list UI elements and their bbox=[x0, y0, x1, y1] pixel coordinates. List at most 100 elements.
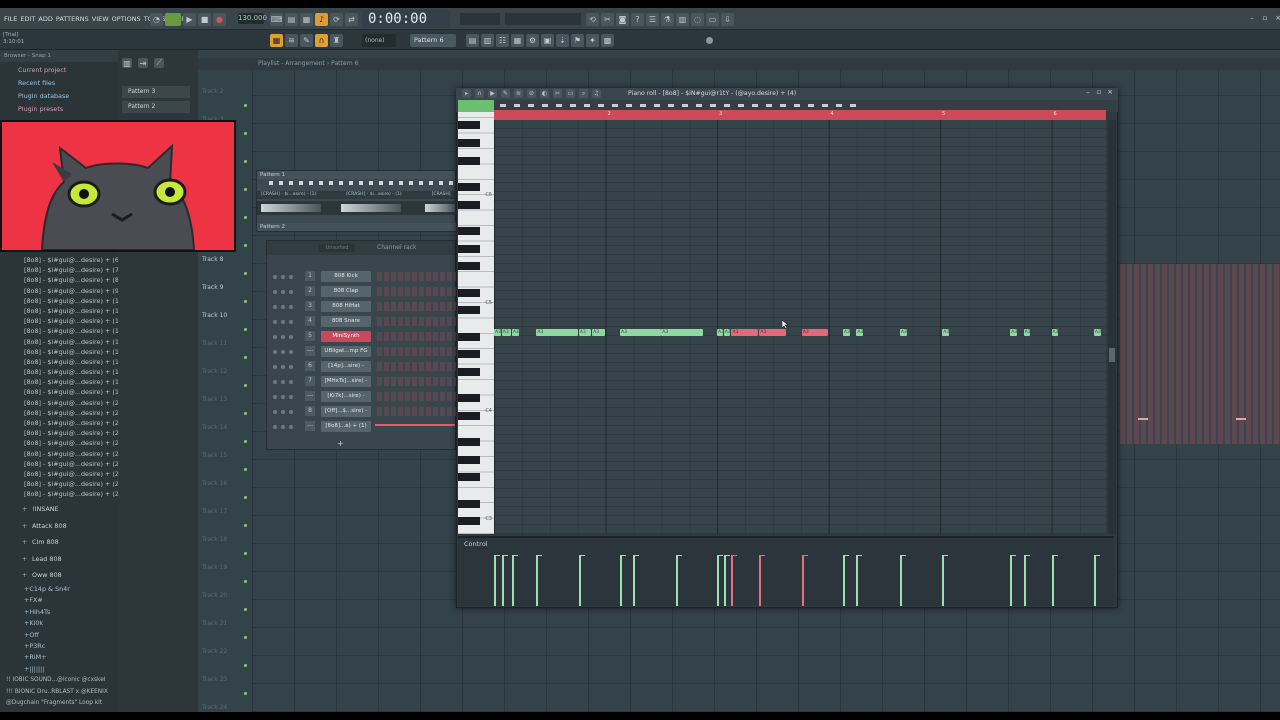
menu-arrow-icon[interactable]: ▸ bbox=[462, 89, 471, 98]
blend-notes-icon[interactable]: ▦ bbox=[300, 13, 313, 26]
audio-icon[interactable]: ⇥ bbox=[138, 58, 148, 68]
folder-item[interactable]: + Clm 808 bbox=[0, 534, 118, 551]
clip-label[interactable]: [CRASH] - $i...esire) - (1) bbox=[261, 191, 316, 199]
pan-knob-icon[interactable] bbox=[281, 425, 285, 429]
pack-item[interactable]: +Off bbox=[0, 630, 118, 641]
pack-item[interactable]: +P3Rc bbox=[0, 641, 118, 652]
channel-mixer-track[interactable]: 4 bbox=[305, 316, 315, 326]
track-led[interactable] bbox=[244, 692, 247, 695]
preset-item[interactable]: [8o8] - $i#gui@...desire) + (20) bbox=[20, 398, 118, 408]
automation-icon[interactable]: ⟋ bbox=[154, 58, 164, 68]
pencil-icon[interactable]: ✎ bbox=[300, 34, 313, 47]
preset-item[interactable]: [8o8] - $i#gui@...desire) + (19) bbox=[20, 387, 118, 397]
channel-name-button[interactable]: 808 HiHat bbox=[321, 301, 371, 312]
preset-item[interactable]: [8o8] - $i#gui@...desire) + (25) bbox=[20, 449, 118, 459]
channel-row[interactable]: 5 MiniSynth bbox=[273, 331, 457, 343]
folder-item[interactable]: + Lead 808 bbox=[0, 551, 118, 568]
volume-knob-icon[interactable] bbox=[289, 305, 293, 309]
midi-note[interactable]: A3 bbox=[942, 329, 949, 336]
channel-mixer-track[interactable]: 2 bbox=[305, 286, 315, 296]
black-key[interactable] bbox=[458, 411, 480, 420]
preset-item[interactable]: [8o8] - $i#gui@...desire) + (7) bbox=[20, 265, 118, 275]
channel-filter[interactable]: Unsorted bbox=[319, 244, 355, 252]
midi-note[interactable]: A3 bbox=[717, 329, 723, 336]
step-buttons[interactable] bbox=[377, 272, 457, 281]
track-led[interactable] bbox=[244, 412, 247, 415]
midi-note[interactable]: A3 bbox=[856, 329, 864, 336]
preset-item[interactable]: [8o8] - $i#gui@...desire) + (18) bbox=[20, 377, 118, 387]
preset-item[interactable]: [8o8] - $i#gui@...desire) + (28) bbox=[20, 479, 118, 489]
velocity-bar[interactable] bbox=[578, 555, 581, 606]
track-led[interactable] bbox=[244, 160, 247, 163]
volume-knob-icon[interactable] bbox=[289, 320, 293, 324]
playback-icon[interactable]: ♫ bbox=[592, 89, 601, 98]
preset-item[interactable]: [8o8] - $i#gui@...desire) + (22) bbox=[20, 418, 118, 428]
midi-note[interactable]: A3 bbox=[842, 329, 850, 336]
velocity-bar[interactable] bbox=[899, 555, 902, 606]
track-header[interactable]: Track 22 bbox=[200, 648, 244, 676]
channel-view-icon[interactable]: ▦ bbox=[511, 34, 524, 47]
track-led[interactable] bbox=[244, 636, 247, 639]
plugin-picker-icon[interactable]: ▥ bbox=[676, 13, 689, 26]
folder-item[interactable]: + !INSANE bbox=[0, 501, 118, 518]
track-led[interactable] bbox=[244, 608, 247, 611]
playlist-view-icon[interactable]: ▤ bbox=[466, 34, 479, 47]
mute-led-icon[interactable] bbox=[273, 320, 277, 324]
channel-name-button[interactable]: [Ki7k]...sire) - bbox=[321, 391, 371, 402]
volume-knob-icon[interactable] bbox=[289, 290, 293, 294]
velocity-bar[interactable] bbox=[942, 555, 945, 606]
midi-note[interactable]: A3 bbox=[1051, 329, 1059, 336]
folder-item[interactable]: + Oww 808 bbox=[0, 567, 118, 584]
draw-mode-icon[interactable]: ▦ bbox=[270, 34, 283, 47]
loop-kit-item[interactable]: @Dugchain "Fragments" Loop kit bbox=[0, 698, 118, 710]
black-key[interactable] bbox=[458, 455, 480, 464]
midi-note[interactable]: A3 bbox=[723, 329, 731, 336]
step-buttons[interactable] bbox=[377, 407, 457, 416]
track-header[interactable]: Track 14 bbox=[200, 424, 244, 452]
channel-row[interactable]: --- UBiigat...mp FG bbox=[273, 346, 457, 358]
pattern-selector[interactable]: Pattern 6 bbox=[410, 34, 456, 47]
plugin-view-icon[interactable]: ⚙ bbox=[526, 34, 539, 47]
track-header[interactable]: Track 17 bbox=[200, 508, 244, 536]
pencil-icon[interactable]: ✎ bbox=[501, 89, 510, 98]
midi-note[interactable]: A3 bbox=[501, 329, 511, 336]
track-led[interactable] bbox=[244, 384, 247, 387]
black-key[interactable] bbox=[458, 288, 480, 297]
preset-item[interactable]: [8o8] - $i#gui@...desire) + (15) bbox=[20, 347, 118, 357]
channel-row[interactable]: 6 [14p]...sire) - bbox=[273, 361, 457, 373]
track-header[interactable]: Track 15 bbox=[200, 452, 244, 480]
preset-item[interactable]: [8o8] - $i#gui@...desire) + (9) bbox=[20, 286, 118, 296]
channel-row[interactable]: 2 808 Clap bbox=[273, 286, 457, 298]
magnet-icon[interactable]: ∩ bbox=[315, 34, 328, 47]
track-header[interactable]: Track 8 bbox=[200, 256, 244, 284]
track-header[interactable]: Track 24 bbox=[200, 704, 244, 712]
mixer-view-icon[interactable]: ☷ bbox=[496, 34, 509, 47]
channel-name-button[interactable]: [Off]...$...sire) - bbox=[321, 406, 371, 417]
control-label[interactable]: Control bbox=[464, 540, 488, 548]
preset-item[interactable]: [8o8] - $i#gui@...desire) + (17) bbox=[20, 367, 118, 377]
mute-led-icon[interactable] bbox=[273, 365, 277, 369]
mute-led-icon[interactable] bbox=[273, 380, 277, 384]
black-key[interactable] bbox=[458, 244, 480, 253]
pan-knob-icon[interactable] bbox=[281, 395, 285, 399]
track-led[interactable] bbox=[244, 580, 247, 583]
channel-name-button[interactable]: [MHxTs]...sire) - bbox=[321, 376, 371, 387]
pan-knob-icon[interactable] bbox=[281, 290, 285, 294]
midi-note[interactable]: A3 bbox=[661, 329, 703, 336]
preset-item[interactable]: [8o8] - $i#gui@...desire) + (6) bbox=[20, 255, 118, 265]
channel-name-button[interactable]: MiniSynth bbox=[321, 331, 371, 342]
velocity-bar[interactable] bbox=[1093, 555, 1096, 606]
track-led[interactable] bbox=[244, 440, 247, 443]
preset-item[interactable]: [8o8] - $i#gui@...desire) + (29) bbox=[20, 489, 118, 499]
channel-row[interactable]: 8 [Off]...$...sire) - bbox=[273, 406, 457, 418]
channel-mixer-track[interactable]: 6 bbox=[305, 361, 315, 371]
black-key[interactable] bbox=[458, 367, 480, 376]
channel-name-button[interactable]: 808 Kick bbox=[321, 271, 371, 282]
loop-kit-item[interactable]: !! IOBIC SOUND...@iconic @cxskel bbox=[0, 675, 118, 687]
mute-led-icon[interactable] bbox=[273, 275, 277, 279]
tempo-tap-icon[interactable]: ⚑ bbox=[571, 34, 584, 47]
black-key[interactable] bbox=[458, 306, 480, 315]
track-header[interactable]: Track 13 bbox=[200, 396, 244, 424]
volume-knob-icon[interactable] bbox=[289, 335, 293, 339]
minimize-icon[interactable]: – bbox=[1248, 14, 1256, 22]
